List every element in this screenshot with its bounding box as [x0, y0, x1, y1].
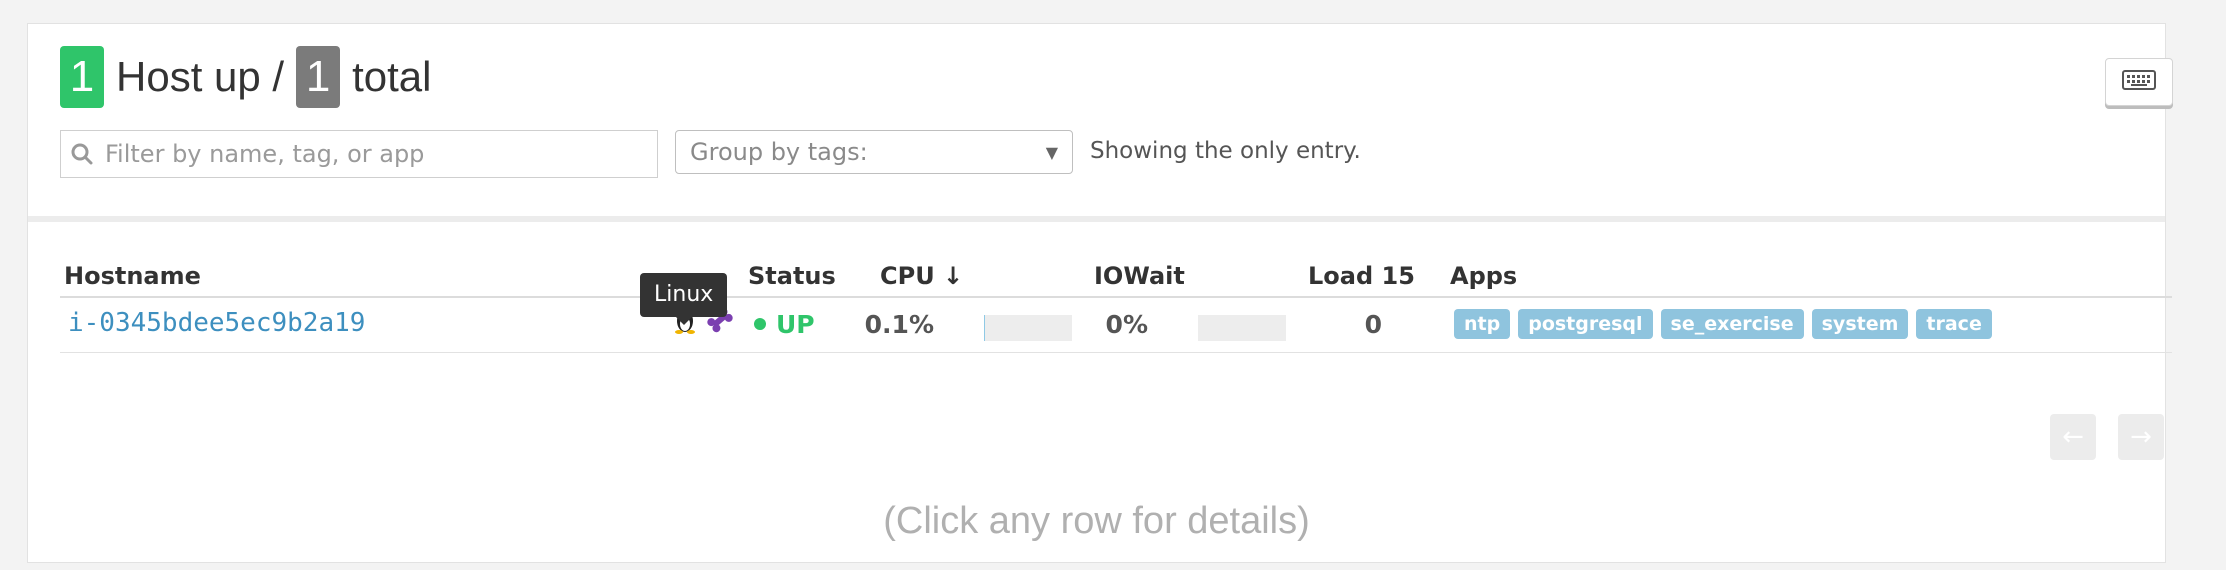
hosts-total-label: total: [352, 53, 432, 100]
table-header: Hostname Status CPU ↓ IOWait Load 15 App…: [60, 256, 2172, 298]
search-icon: [71, 143, 93, 165]
app-tag-se-exercise[interactable]: se_exercise: [1660, 309, 1804, 339]
column-header-status[interactable]: Status: [748, 262, 836, 290]
caret-down-icon: ▼: [1045, 142, 1058, 162]
cpu-value: 0.1%: [864, 310, 934, 339]
os-tooltip: Linux: [640, 273, 728, 325]
app-tag-trace[interactable]: trace: [1916, 309, 1992, 339]
host-map-panel: 1 Host up / 1 total Filter by name, tag,…: [27, 23, 2173, 563]
apps-list: ntp postgresql se_exercise system trace: [1454, 309, 1992, 339]
column-header-hostname[interactable]: Hostname: [64, 262, 201, 290]
filter-input[interactable]: [103, 139, 647, 169]
hosts-up-label: Host up /: [116, 53, 285, 100]
hosts-table: Hostname Status CPU ↓ IOWait Load 15 App…: [60, 256, 2172, 353]
app-tag-system[interactable]: system: [1811, 309, 1909, 339]
iowait-bar: [1198, 315, 1286, 341]
keyboard-icon: [2122, 70, 2156, 94]
next-page-button[interactable]: →: [2118, 414, 2164, 460]
status-text: UP: [776, 310, 815, 339]
status-dot-icon: [754, 318, 766, 330]
filter-field[interactable]: [60, 130, 658, 178]
load15-value: 0: [1364, 310, 1382, 339]
hosts-up-count-badge: 1: [60, 46, 104, 108]
app-tag-ntp[interactable]: ntp: [1454, 309, 1511, 339]
column-header-cpu[interactable]: CPU ↓: [880, 262, 963, 290]
column-header-iowait[interactable]: IOWait: [1094, 262, 1185, 290]
panel-header: 1 Host up / 1 total Filter by name, tag,…: [28, 24, 2173, 222]
cpu-bar: [984, 315, 1072, 341]
table-row[interactable]: i-0345bdee5ec9b2a19 UP 0.1% 0% 0 ntp pos…: [60, 298, 2172, 353]
host-summary: 1 Host up / 1 total: [60, 46, 431, 108]
app-tag-postgresql[interactable]: postgresql: [1518, 309, 1653, 339]
column-header-apps[interactable]: Apps: [1450, 262, 1517, 290]
previous-page-button[interactable]: ←: [2050, 414, 2096, 460]
results-count-text: Showing the only entry.: [1090, 138, 1361, 164]
column-header-load15[interactable]: Load 15: [1308, 262, 1415, 290]
hosts-total-count-badge: 1: [296, 46, 341, 108]
group-by-label: Group by tags:: [690, 138, 868, 166]
row-click-hint: (Click any row for details): [883, 500, 1310, 542]
group-by-tags-select[interactable]: Group by tags: ▼: [675, 130, 1073, 174]
status-cell: UP: [754, 310, 815, 339]
keyboard-shortcuts-button[interactable]: [2105, 58, 2173, 106]
hostname-link[interactable]: i-0345bdee5ec9b2a19: [68, 308, 365, 338]
iowait-value: 0%: [1105, 310, 1148, 339]
